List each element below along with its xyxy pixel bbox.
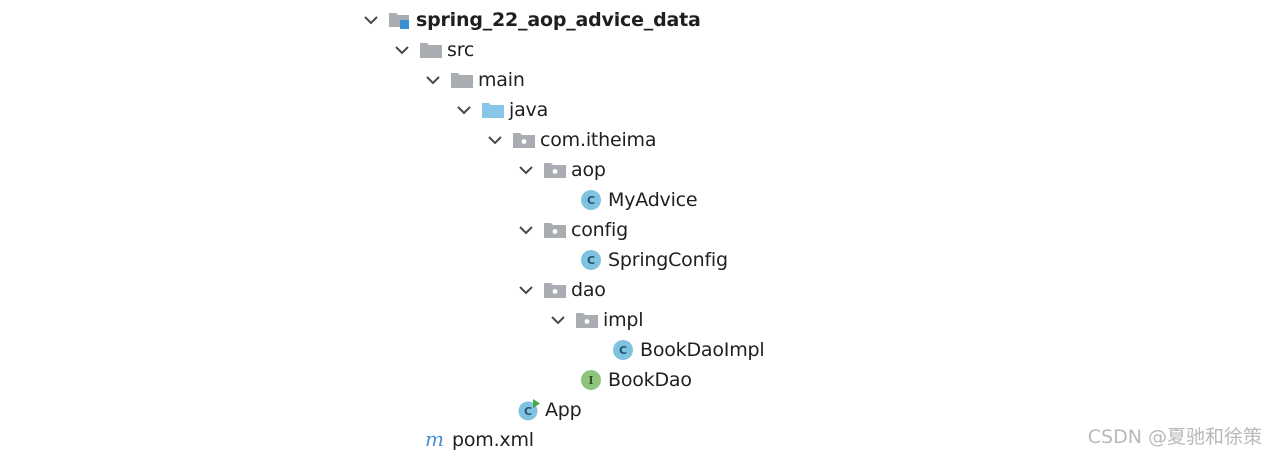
tree-item-bookdaoimpl[interactable]: C BookDaoImpl <box>612 335 765 365</box>
maven-icon: m <box>424 429 450 451</box>
chevron-down-icon[interactable] <box>360 9 382 31</box>
chevron-down-icon[interactable] <box>391 39 413 61</box>
tree-item-label: aop <box>571 159 606 181</box>
tree-item-label: main <box>478 69 525 91</box>
tree-item-src[interactable]: src <box>391 35 474 65</box>
tree-item-pom-xml[interactable]: m pom.xml <box>424 425 534 455</box>
package-icon <box>512 129 538 151</box>
watermark: CSDN @夏驰和徐策 <box>1087 426 1262 448</box>
tree-item-label: java <box>509 99 549 121</box>
chevron-down-icon[interactable] <box>547 309 569 331</box>
tree-item-label: com.itheima <box>540 129 657 151</box>
svg-text:C: C <box>587 254 595 267</box>
chevron-down-icon[interactable] <box>515 219 537 241</box>
chevron-down-icon[interactable] <box>484 129 506 151</box>
tree-item-aop[interactable]: aop <box>515 155 606 185</box>
tree-item-label: BookDaoImpl <box>640 339 765 361</box>
folder-icon <box>419 39 445 61</box>
tree-item-label: App <box>545 399 582 421</box>
chevron-down-icon[interactable] <box>515 159 537 181</box>
tree-item-label: spring_22_aop_advice_data <box>416 9 701 31</box>
svg-text:C: C <box>524 405 532 418</box>
folder-icon <box>450 69 476 91</box>
tree-item-label: SpringConfig <box>608 249 728 271</box>
chevron-down-icon[interactable] <box>422 69 444 91</box>
chevron-down-icon[interactable] <box>515 279 537 301</box>
tree-item-label: MyAdvice <box>608 189 698 211</box>
runnable-class-icon: C <box>517 399 543 421</box>
module-folder-icon <box>388 9 414 31</box>
source-root-folder-icon <box>481 99 507 121</box>
tree-item-app[interactable]: C App <box>517 395 582 425</box>
tree-item-label: config <box>571 219 628 241</box>
svg-text:C: C <box>587 194 595 207</box>
tree-item-label: src <box>447 39 475 61</box>
package-icon <box>543 219 569 241</box>
tree-item-com-itheima[interactable]: com.itheima <box>484 125 657 155</box>
package-icon <box>543 279 569 301</box>
tree-item-label: impl <box>603 309 644 331</box>
class-icon: C <box>580 249 606 271</box>
tree-item-label: pom.xml <box>452 429 534 451</box>
tree-item-springconfig[interactable]: C SpringConfig <box>580 245 728 275</box>
package-icon <box>575 309 601 331</box>
svg-text:I: I <box>588 374 593 387</box>
interface-icon: I <box>580 369 606 391</box>
tree-item-main[interactable]: main <box>422 65 525 95</box>
svg-text:C: C <box>619 344 627 357</box>
chevron-down-icon[interactable] <box>453 99 475 121</box>
package-icon <box>543 159 569 181</box>
tree-item-label: dao <box>571 279 606 301</box>
tree-item-label: BookDao <box>608 369 692 391</box>
tree-item-myadvice[interactable]: C MyAdvice <box>580 185 698 215</box>
tree-item-java[interactable]: java <box>453 95 548 125</box>
tree-item-config[interactable]: config <box>515 215 628 245</box>
class-icon: C <box>580 189 606 211</box>
tree-item-dao[interactable]: dao <box>515 275 606 305</box>
tree-item-bookdao[interactable]: I BookDao <box>580 365 692 395</box>
tree-item-project-root[interactable]: spring_22_aop_advice_data <box>360 5 701 35</box>
class-icon: C <box>612 339 638 361</box>
tree-item-impl[interactable]: impl <box>547 305 644 335</box>
svg-text:m: m <box>425 429 444 451</box>
